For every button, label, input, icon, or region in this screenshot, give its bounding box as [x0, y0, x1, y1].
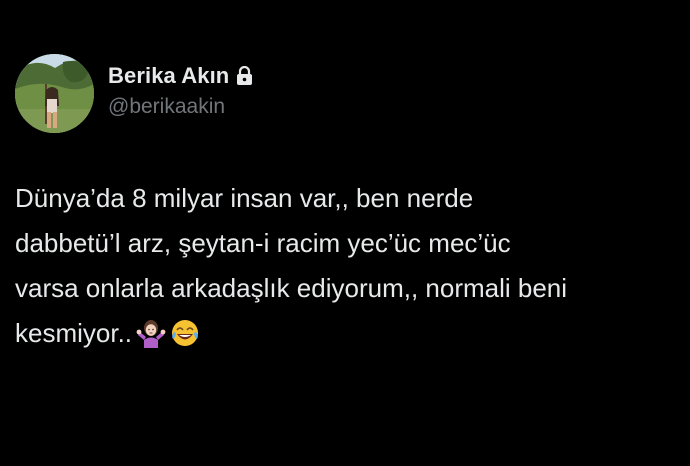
display-name[interactable]: Berika Akın [108, 63, 229, 89]
tweet-line-1: Dünya’da 8 milyar insan var,, ben nerde [15, 183, 474, 213]
lock-icon [236, 65, 253, 86]
tears-of-joy-icon [170, 318, 200, 348]
shrug-woman-icon [136, 318, 166, 348]
tweet-header: Berika Akın @berikaakin [15, 54, 253, 133]
tweet-line-3: varsa onlarla arkadaşlık ediyorum,, norm… [15, 273, 568, 303]
profile-photo [15, 54, 94, 133]
tweet-line-4: kesmiyor.. [15, 318, 133, 348]
avatar[interactable] [15, 54, 94, 133]
author-identity: Berika Akın @berikaakin [108, 63, 253, 119]
name-row: Berika Akın [108, 63, 253, 89]
tweet-line-2: dabbetü’l arz, şeytan-i racim yec’üc mec… [15, 228, 511, 258]
tweet-text: Dünya’da 8 milyar insan var,, ben nerde … [15, 176, 675, 356]
user-handle[interactable]: @berikaakin [108, 95, 253, 119]
